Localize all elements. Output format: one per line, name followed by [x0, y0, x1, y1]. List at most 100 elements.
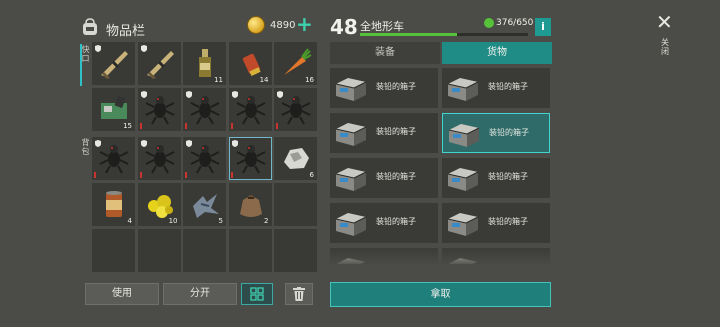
- cargo-item-label: 装铅的箱子: [376, 217, 416, 226]
- cargo-item-label: 装铅的箱子: [376, 127, 416, 136]
- durability-bar: [94, 172, 96, 178]
- inventory-slot[interactable]: 14: [228, 42, 272, 85]
- device-icon: [101, 95, 127, 119]
- item-count: 10: [168, 217, 178, 225]
- tab-equipment[interactable]: 装备: [330, 42, 440, 64]
- ore-icon: [284, 148, 309, 169]
- cargo-slot[interactable]: 装铅的箱子: [442, 158, 550, 198]
- gold-nugget-icon: [147, 195, 173, 218]
- sort-button[interactable]: [241, 283, 273, 305]
- inventory-slot[interactable]: [228, 88, 272, 131]
- capacity-bar-fill: [360, 33, 458, 36]
- info-button[interactable]: i: [535, 18, 551, 36]
- inventory-slot-empty[interactable]: [183, 229, 226, 272]
- cargo-item-label: 装铅的箱子: [376, 172, 416, 181]
- shield-icon: [140, 45, 147, 52]
- inventory-slot[interactable]: [137, 88, 181, 131]
- lead-box-icon: [447, 168, 479, 191]
- shield-icon: [231, 91, 238, 98]
- cargo-slot[interactable]: 装铅的箱子: [442, 68, 550, 108]
- inventory-title: 物品栏: [106, 24, 146, 39]
- shield-icon: [95, 45, 101, 52]
- add-coins-button[interactable]: +: [296, 14, 313, 34]
- inventory-slot-empty[interactable]: [274, 229, 317, 272]
- carrot-icon: [284, 48, 312, 75]
- shield-icon: [277, 91, 283, 98]
- lead-box-icon: [335, 168, 367, 191]
- cargo-slot[interactable]: 装铅的箱子: [330, 68, 438, 108]
- inventory-slot-empty[interactable]: [274, 183, 317, 226]
- inventory-slot[interactable]: 15: [92, 88, 135, 131]
- inventory-slot[interactable]: 11: [183, 42, 226, 85]
- inventory-slot[interactable]: [92, 137, 135, 180]
- cargo-slot[interactable]: 装铅的箱子: [330, 158, 438, 198]
- item-count: 15: [123, 122, 132, 130]
- ant-icon: [236, 145, 265, 174]
- cargo-fade: [330, 246, 552, 266]
- shell-icon: [242, 53, 261, 76]
- inventory-slot[interactable]: [137, 137, 181, 180]
- cargo-item-label: 装铅的箱子: [488, 82, 528, 91]
- shield-icon: [186, 140, 192, 147]
- grid-sort-icon: [250, 287, 264, 301]
- cargo-slot[interactable]: 装铅的箱子: [442, 203, 550, 243]
- item-count: 6: [309, 171, 314, 179]
- trash-button[interactable]: [285, 283, 313, 305]
- shield-icon: [186, 91, 192, 98]
- close-label: 关 闭: [661, 38, 669, 56]
- backpack-label: 背 包: [81, 138, 90, 156]
- close-icon[interactable]: ✕: [656, 12, 673, 32]
- capacity-text: 376/650: [496, 18, 534, 28]
- durability-bar: [230, 123, 233, 129]
- inventory-slot[interactable]: [183, 137, 226, 180]
- lead-box-icon: [335, 213, 367, 236]
- inventory-slot[interactable]: 16: [274, 42, 317, 85]
- item-count: 11: [214, 76, 223, 84]
- cargo-slot[interactable]: 装铅的箱子: [330, 203, 438, 243]
- use-button[interactable]: 使用: [85, 283, 159, 305]
- inventory-slot-empty[interactable]: [137, 229, 181, 272]
- ant-icon: [145, 145, 174, 174]
- lead-box-icon: [335, 78, 367, 101]
- inventory-slot[interactable]: 10: [137, 183, 181, 226]
- split-button[interactable]: 分开: [163, 283, 237, 305]
- durability-bar: [230, 172, 233, 178]
- capacity-bar: [360, 33, 528, 36]
- inventory-slot[interactable]: 5: [183, 183, 226, 226]
- shield-icon: [95, 140, 101, 147]
- cargo-slot[interactable]: 装铅的箱子: [442, 113, 550, 153]
- inventory-slot[interactable]: [92, 42, 135, 85]
- shield-icon: [140, 140, 147, 147]
- durability-bar: [276, 123, 278, 129]
- inventory-slot[interactable]: 4: [92, 183, 135, 226]
- inventory-slot-empty[interactable]: [228, 229, 272, 272]
- inventory-slot[interactable]: 6: [274, 137, 317, 180]
- lead-box-icon: [447, 78, 479, 101]
- inventory-slot[interactable]: 2: [228, 183, 272, 226]
- ant-icon: [99, 145, 129, 174]
- item-count: 14: [259, 76, 269, 84]
- coin-amount: 4890: [270, 20, 296, 31]
- shield-icon: [140, 91, 147, 98]
- inventory-slot[interactable]: [137, 42, 181, 85]
- take-button[interactable]: 拿取: [330, 282, 551, 307]
- tab-cargo[interactable]: 货物: [442, 42, 552, 64]
- inventory-slot[interactable]: [274, 88, 317, 131]
- vehicle-cargo-grid: 装铅的箱子 装铅的箱子 装铅的箱子 装铅的箱子 装铅的箱子 装铅的箱子 装铅的箱子 装铅的箱子: [330, 68, 552, 264]
- item-count: 5: [218, 217, 223, 225]
- cargo-item-label: 装铅的箱子: [489, 128, 529, 137]
- cargo-slot[interactable]: 装铅的箱子: [330, 113, 438, 153]
- cargo-item-label: 装铅的箱子: [488, 172, 528, 181]
- lead-box-icon: [335, 123, 367, 146]
- check-icon: [484, 18, 494, 28]
- durability-bar: [185, 123, 187, 129]
- vehicle-level: 48: [330, 15, 358, 39]
- inventory-slot[interactable]: [183, 88, 226, 131]
- coin-icon: [247, 16, 265, 34]
- inventory-slot-empty[interactable]: [92, 229, 135, 272]
- cargo-item-label: 装铅的箱子: [376, 82, 416, 91]
- inventory-slot[interactable]: [228, 137, 272, 180]
- lead-box-icon: [448, 124, 480, 147]
- bottle-icon: [199, 49, 211, 77]
- rifle-icon: [101, 51, 128, 79]
